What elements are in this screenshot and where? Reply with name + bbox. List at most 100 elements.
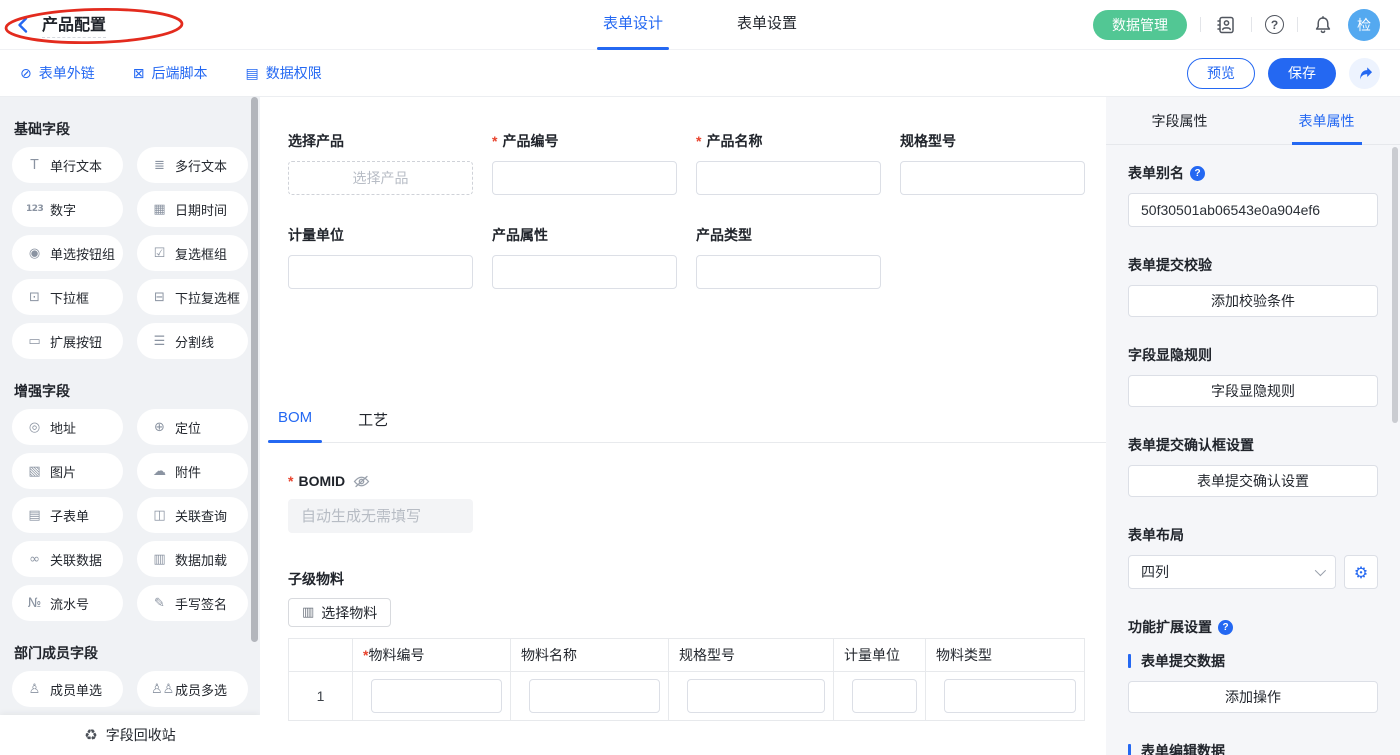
enhanced-fields-grid: ◎地址 ⊕定位 ▧ 图片 ☁附件 ▤子表单 ◫关联查询 ∞关联数据 ▥数据加载 №… bbox=[12, 409, 248, 621]
pill-attachment[interactable]: ☁附件 bbox=[137, 453, 248, 489]
share-button[interactable] bbox=[1349, 58, 1380, 89]
cell-material-type bbox=[926, 672, 1085, 721]
material-name-input[interactable] bbox=[529, 679, 660, 713]
pill-checkbox-group[interactable]: ☑复选框组 bbox=[137, 235, 248, 271]
product-select-box[interactable]: 选择产品 bbox=[288, 161, 473, 195]
image-icon: ▧ bbox=[26, 464, 43, 479]
extension-settings-label: 功能扩展设置 bbox=[1128, 617, 1378, 637]
pill-location[interactable]: ⊕定位 bbox=[137, 409, 248, 445]
unit-input[interactable] bbox=[288, 255, 473, 289]
pill-label: 扩展按钮 bbox=[50, 332, 102, 351]
material-code-input[interactable] bbox=[371, 679, 502, 713]
bomid-input[interactable] bbox=[288, 499, 473, 533]
notification-bell-icon[interactable] bbox=[1311, 13, 1335, 37]
pill-divider-line[interactable]: ☰分割线 bbox=[137, 323, 248, 359]
pill-multi-line-text[interactable]: ≣多行文本 bbox=[137, 147, 248, 183]
app-header: 产品配置 表单设计 表单设置 数据管理 检 bbox=[0, 0, 1400, 50]
help-icon[interactable] bbox=[1218, 620, 1233, 635]
form-alias-input[interactable] bbox=[1128, 193, 1378, 227]
field-palette-sidebar: 基础字段 T单行文本 ≣多行文本 123数字 ▦日期时间 ◉单选按钮组 ☑复选框… bbox=[0, 97, 260, 755]
product-code-input[interactable] bbox=[492, 161, 677, 195]
field-product-type[interactable]: 产品类型 bbox=[696, 225, 881, 289]
material-spec-input[interactable] bbox=[687, 679, 825, 713]
tab-form-properties[interactable]: 表单属性 bbox=[1253, 97, 1400, 144]
header-left: 产品配置 bbox=[0, 0, 280, 50]
pill-data-load[interactable]: ▥数据加载 bbox=[137, 541, 248, 577]
product-name-input[interactable] bbox=[696, 161, 881, 195]
visibility-rules-button[interactable]: 字段显隐规则 bbox=[1128, 375, 1378, 407]
select-material-button[interactable]: ▥ 选择物料 bbox=[288, 598, 391, 627]
submit-data-add-button[interactable]: 添加操作 bbox=[1128, 681, 1378, 713]
spec-model-input[interactable] bbox=[900, 161, 1085, 195]
pill-datetime[interactable]: ▦ 日期时间 bbox=[137, 191, 248, 227]
tab-field-properties[interactable]: 字段属性 bbox=[1106, 97, 1253, 144]
pill-radio-group[interactable]: ◉单选按钮组 bbox=[12, 235, 123, 271]
data-permission-link[interactable]: ▤ 数据权限 bbox=[245, 63, 321, 83]
pill-signature[interactable]: ✎手写签名 bbox=[137, 585, 248, 621]
pill-relation-query[interactable]: ◫关联查询 bbox=[137, 497, 248, 533]
help-icon[interactable] bbox=[1190, 166, 1205, 181]
field-label: 选择产品 bbox=[288, 131, 344, 151]
layout-settings-button[interactable]: ⚙ bbox=[1344, 555, 1378, 589]
pill-address[interactable]: ◎地址 bbox=[12, 409, 123, 445]
form-external-link[interactable]: ⊘ 表单外链 bbox=[20, 63, 95, 83]
bomid-label-row: * BOMID bbox=[288, 473, 1106, 489]
field-spec-model[interactable]: 规格型号 bbox=[900, 131, 1085, 195]
pill-label: 成员单选 bbox=[50, 680, 102, 699]
pill-label: 复选框组 bbox=[175, 244, 227, 263]
material-type-input[interactable] bbox=[944, 679, 1076, 713]
tab-bom[interactable]: BOM bbox=[268, 409, 322, 442]
header-material-code: *物料编号 bbox=[353, 639, 511, 672]
field-product-name[interactable]: *产品名称 bbox=[696, 131, 881, 195]
calendar-icon: ▦ bbox=[151, 202, 168, 217]
eye-off-icon[interactable] bbox=[353, 475, 370, 488]
panel-scrollbar-thumb[interactable] bbox=[1392, 147, 1398, 423]
tab-form-settings[interactable]: 表单设置 bbox=[731, 0, 803, 50]
pill-relation-data[interactable]: ∞关联数据 bbox=[12, 541, 123, 577]
data-manage-button[interactable]: 数据管理 bbox=[1093, 10, 1187, 40]
preview-button[interactable]: 预览 bbox=[1187, 58, 1255, 89]
confirm-box-button[interactable]: 表单提交确认设置 bbox=[1128, 465, 1378, 497]
tab-form-design[interactable]: 表单设计 bbox=[597, 0, 669, 50]
pill-extend-button[interactable]: ▭扩展按钮 bbox=[12, 323, 123, 359]
pill-label: 日期时间 bbox=[175, 200, 227, 219]
pill-subform[interactable]: ▤子表单 bbox=[12, 497, 123, 533]
confirm-box-label: 表单提交确认框设置 bbox=[1128, 435, 1378, 455]
pill-member-single[interactable]: ♙成员单选 bbox=[12, 671, 123, 707]
pill-image[interactable]: ▧ 图片 bbox=[12, 453, 123, 489]
add-validation-button[interactable]: 添加校验条件 bbox=[1128, 285, 1378, 317]
product-type-input[interactable] bbox=[696, 255, 881, 289]
save-button[interactable]: 保存 bbox=[1268, 58, 1336, 89]
user-avatar[interactable]: 检 bbox=[1348, 9, 1380, 41]
pill-multi-select[interactable]: ⊟下拉复选框 bbox=[137, 279, 248, 315]
link-icon: ⊘ bbox=[20, 65, 32, 82]
backend-script-link[interactable]: ⊠ 后端脚本 bbox=[133, 63, 208, 83]
people-icon: ♙♙ bbox=[151, 682, 168, 697]
pill-member-multi[interactable]: ♙♙成员多选 bbox=[137, 671, 248, 707]
pill-serial-number[interactable]: №流水号 bbox=[12, 585, 123, 621]
divider bbox=[1251, 17, 1252, 32]
cell-unit bbox=[834, 672, 926, 721]
pill-select[interactable]: ⊡下拉框 bbox=[12, 279, 123, 315]
material-unit-input[interactable] bbox=[852, 679, 917, 713]
pill-number[interactable]: 123数字 bbox=[12, 191, 123, 227]
pill-label: 下拉复选框 bbox=[175, 288, 240, 307]
field-product-attr[interactable]: 产品属性 bbox=[492, 225, 677, 289]
sidebar-scrollbar-thumb[interactable] bbox=[251, 97, 258, 642]
product-attr-input[interactable] bbox=[492, 255, 677, 289]
field-recycle-bin[interactable]: ♻ 字段回收站 bbox=[0, 715, 260, 755]
tab-process[interactable]: 工艺 bbox=[348, 409, 398, 442]
layout-select[interactable]: 四列 bbox=[1128, 555, 1336, 589]
cloud-upload-icon: ☁ bbox=[151, 464, 168, 479]
contact-book-icon[interactable] bbox=[1214, 13, 1238, 37]
bomid-label: BOMID bbox=[298, 473, 345, 489]
cell-material-name bbox=[511, 672, 669, 721]
field-unit[interactable]: 计量单位 bbox=[288, 225, 473, 289]
help-icon[interactable] bbox=[1265, 15, 1284, 34]
pill-label: 图片 bbox=[50, 462, 76, 481]
pill-label: 下拉框 bbox=[50, 288, 89, 307]
pill-single-line-text[interactable]: T单行文本 bbox=[12, 147, 123, 183]
field-product-code[interactable]: *产品编号 bbox=[492, 131, 677, 195]
back-button[interactable] bbox=[16, 16, 30, 34]
field-product-select[interactable]: 选择产品 选择产品 bbox=[288, 131, 473, 195]
